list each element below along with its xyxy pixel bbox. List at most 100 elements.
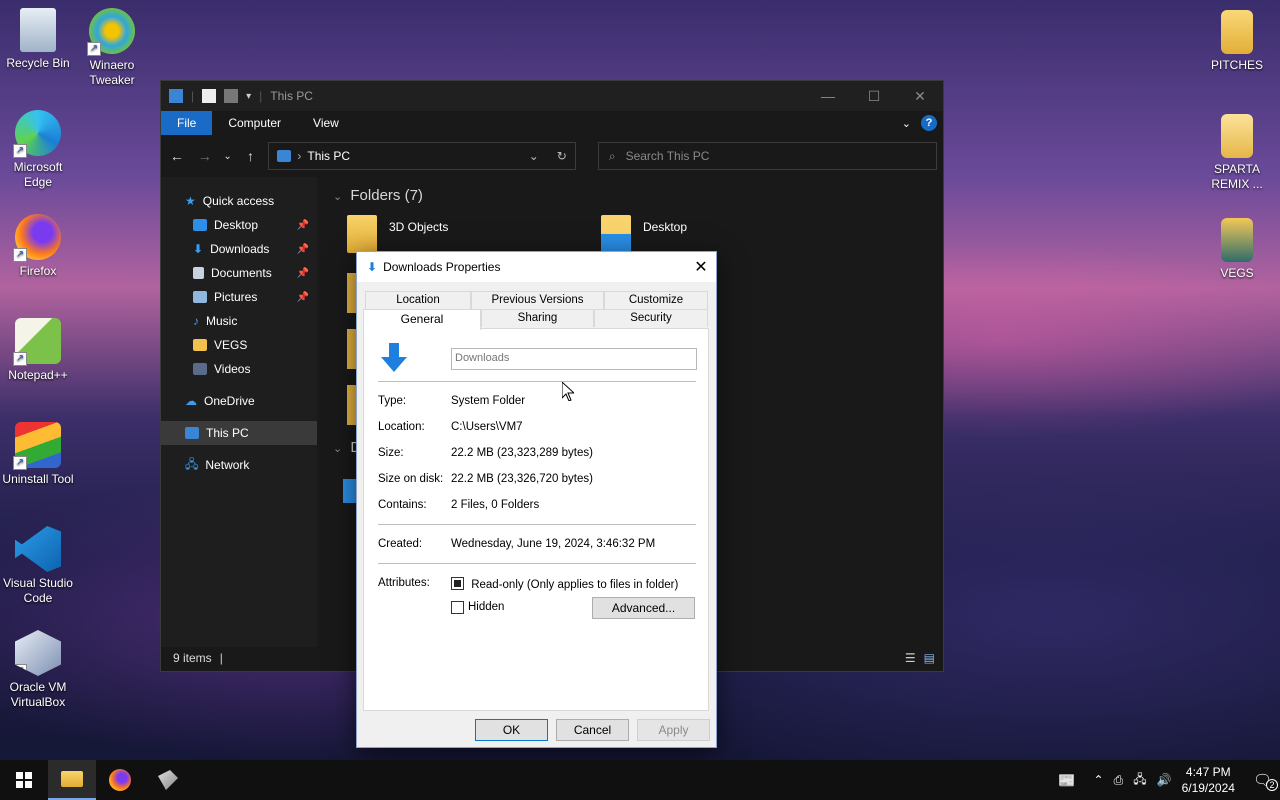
properties-icon[interactable] xyxy=(202,89,217,103)
navigation-pane: ★ Quick access Desktop 📌 ⬇ Downloads 📌 D… xyxy=(161,177,317,647)
desktop-icon-label: VEGS xyxy=(1220,266,1254,280)
ribbon-tab-file[interactable]: File xyxy=(161,111,213,135)
large-icons-view-icon[interactable]: ▤ xyxy=(924,651,935,665)
customize-quick-access-icon[interactable]: ▾ xyxy=(246,91,251,102)
status-item-count: 9 items xyxy=(173,651,212,665)
sidebar-item-music[interactable]: ♪ Music xyxy=(161,309,317,333)
folder-item-desktop[interactable]: Desktop xyxy=(601,215,687,253)
recent-locations-icon[interactable]: ⌄ xyxy=(223,151,233,162)
location-value: C:\Users\VM7 xyxy=(451,421,523,433)
download-arrow-icon xyxy=(380,343,408,373)
desktop-icon-notepad-plus-plus[interactable]: Notepad++ xyxy=(0,318,76,383)
desktop-icon-virtualbox[interactable]: Oracle VM VirtualBox xyxy=(0,630,76,710)
desktop-folder-icon xyxy=(193,219,207,231)
folder-name-input[interactable]: Downloads xyxy=(451,348,697,370)
minimize-icon[interactable]: — xyxy=(805,88,851,105)
desktop-icon-visual-studio-code[interactable]: Visual Studio Code xyxy=(0,526,76,606)
sidebar-item-pictures[interactable]: Pictures 📌 xyxy=(161,285,317,309)
hidden-row[interactable]: Hidden xyxy=(451,601,504,614)
folder-icon xyxy=(1221,114,1253,158)
ok-button[interactable]: OK xyxy=(475,719,548,741)
network-status-icon[interactable]: 🖧 xyxy=(1133,770,1146,791)
desktop-icon-microsoft-edge[interactable]: Microsoft Edge xyxy=(0,110,76,190)
sidebar-item-label: Quick access xyxy=(202,194,275,208)
clock[interactable]: 4:47 PM 6/19/2024 xyxy=(1182,764,1235,796)
chevron-down-icon: ⌄ xyxy=(333,191,343,203)
system-tray: 📰 ⌃ ⎙ 🖧 🔊 4:47 PM 6/19/2024 🗨 2 xyxy=(1058,764,1280,796)
cancel-button[interactable]: Cancel xyxy=(556,719,629,741)
up-arrow-icon[interactable]: ↑ xyxy=(241,148,261,164)
sidebar-item-quick-access[interactable]: ★ Quick access xyxy=(161,189,317,213)
tab-customize[interactable]: Customize xyxy=(604,291,708,309)
taskbar-firefox[interactable] xyxy=(96,760,144,800)
search-input[interactable]: ⌕ Search This PC xyxy=(597,142,938,170)
folders-group-header[interactable]: ⌄ Folders (7) xyxy=(333,187,423,204)
tab-general[interactable]: General xyxy=(363,309,481,330)
desktop-icon-recycle-bin[interactable]: Recycle Bin xyxy=(0,8,76,71)
sidebar-item-network[interactable]: 🖧 Network xyxy=(161,453,317,477)
this-pc-icon xyxy=(185,427,199,439)
videos-icon xyxy=(193,363,207,375)
expand-ribbon-icon[interactable]: ⌄ xyxy=(902,117,911,130)
clock-date: 6/19/2024 xyxy=(1181,781,1235,795)
chevron-down-icon: ⌄ xyxy=(333,443,343,455)
readonly-label: Read-only (Only applies to files in fold… xyxy=(471,579,679,591)
desktop-icon-label: Winaero Tweaker xyxy=(89,58,135,87)
chevron-down-icon[interactable]: ⌄ xyxy=(529,149,539,163)
address-bar[interactable]: › This PC ⌄ ↻ xyxy=(268,142,576,170)
sidebar-item-desktop[interactable]: Desktop 📌 xyxy=(161,213,317,237)
sidebar-item-documents[interactable]: Documents 📌 xyxy=(161,261,317,285)
taskbar-file-explorer[interactable] xyxy=(48,760,96,800)
sidebar-item-videos[interactable]: Videos xyxy=(161,357,317,381)
desktop-icon-winaero-tweaker[interactable]: Winaero Tweaker xyxy=(74,8,150,88)
maximize-icon[interactable]: ☐ xyxy=(851,88,897,105)
start-button[interactable] xyxy=(0,760,48,800)
size-on-disk-row: Size on disk: 22.2 MB (23,326,720 bytes) xyxy=(378,473,593,485)
desktop-icon-pitches[interactable]: PITCHES xyxy=(1199,10,1275,73)
desktop-icon-uninstall-tool[interactable]: Uninstall Tool xyxy=(0,422,76,487)
refresh-icon[interactable]: ↻ xyxy=(557,149,567,163)
desktop-icon-sparta-remix[interactable]: SPARTA REMIX ... xyxy=(1199,114,1275,192)
forward-arrow-icon[interactable]: → xyxy=(195,148,215,164)
attributes-label: Attributes: xyxy=(378,577,430,589)
sidebar-item-onedrive[interactable]: ☁ OneDrive xyxy=(161,389,317,413)
new-folder-icon[interactable] xyxy=(224,89,239,103)
tab-sharing[interactable]: Sharing xyxy=(481,309,594,327)
chevron-up-icon[interactable]: ⌃ xyxy=(1094,773,1104,787)
pin-icon[interactable]: 📌 xyxy=(297,244,309,255)
details-view-icon[interactable]: ☰ xyxy=(905,651,916,665)
tab-location[interactable]: Location xyxy=(365,291,471,309)
notifications-icon[interactable]: 🗨 2 xyxy=(1253,771,1278,791)
help-icon[interactable]: ? xyxy=(921,115,937,131)
desktop-icon-firefox[interactable]: Firefox xyxy=(0,214,76,279)
tab-security[interactable]: Security xyxy=(594,309,708,327)
windows-drive-icon[interactable] xyxy=(343,479,357,503)
pin-icon[interactable]: 📌 xyxy=(297,220,309,231)
advanced-button[interactable]: Advanced... xyxy=(592,597,695,619)
taskbar-app[interactable] xyxy=(144,760,192,800)
hidden-checkbox[interactable] xyxy=(451,601,464,614)
news-widget-icon[interactable]: 📰 xyxy=(1058,772,1075,789)
folder-item-3d-objects[interactable]: 3D Objects xyxy=(347,215,448,253)
close-icon[interactable]: ✕ xyxy=(897,88,943,105)
downloads-properties-dialog: ⬇ Downloads Properties ✕ Location Previo… xyxy=(356,251,717,748)
apply-button[interactable]: Apply xyxy=(637,719,710,741)
tab-previous-versions[interactable]: Previous Versions xyxy=(471,291,604,309)
close-icon[interactable]: ✕ xyxy=(686,257,716,277)
sidebar-item-this-pc[interactable]: This PC xyxy=(161,421,317,445)
sidebar-item-downloads[interactable]: ⬇ Downloads 📌 xyxy=(161,237,317,261)
ribbon-tab-view[interactable]: View xyxy=(297,111,355,135)
location-row: Location: C:\Users\VM7 xyxy=(378,421,523,433)
ribbon-tab-computer[interactable]: Computer xyxy=(212,111,297,135)
pin-icon[interactable]: 📌 xyxy=(297,268,309,279)
readonly-checkbox-wrap[interactable]: Read-only (Only applies to files in fold… xyxy=(451,577,678,591)
pin-icon[interactable]: 📌 xyxy=(297,292,309,303)
sidebar-item-vegs[interactable]: VEGS xyxy=(161,333,317,357)
readonly-checkbox[interactable] xyxy=(451,577,464,590)
desktop-icon-vegs[interactable]: VEGS xyxy=(1199,218,1275,281)
back-arrow-icon[interactable]: ← xyxy=(167,148,187,164)
volume-icon[interactable]: 🔊 xyxy=(1157,773,1172,787)
address-path: This PC xyxy=(307,149,351,163)
dialog-title-bar: ⬇ Downloads Properties ✕ xyxy=(357,252,716,282)
device-icon[interactable]: ⎙ xyxy=(1114,773,1124,788)
